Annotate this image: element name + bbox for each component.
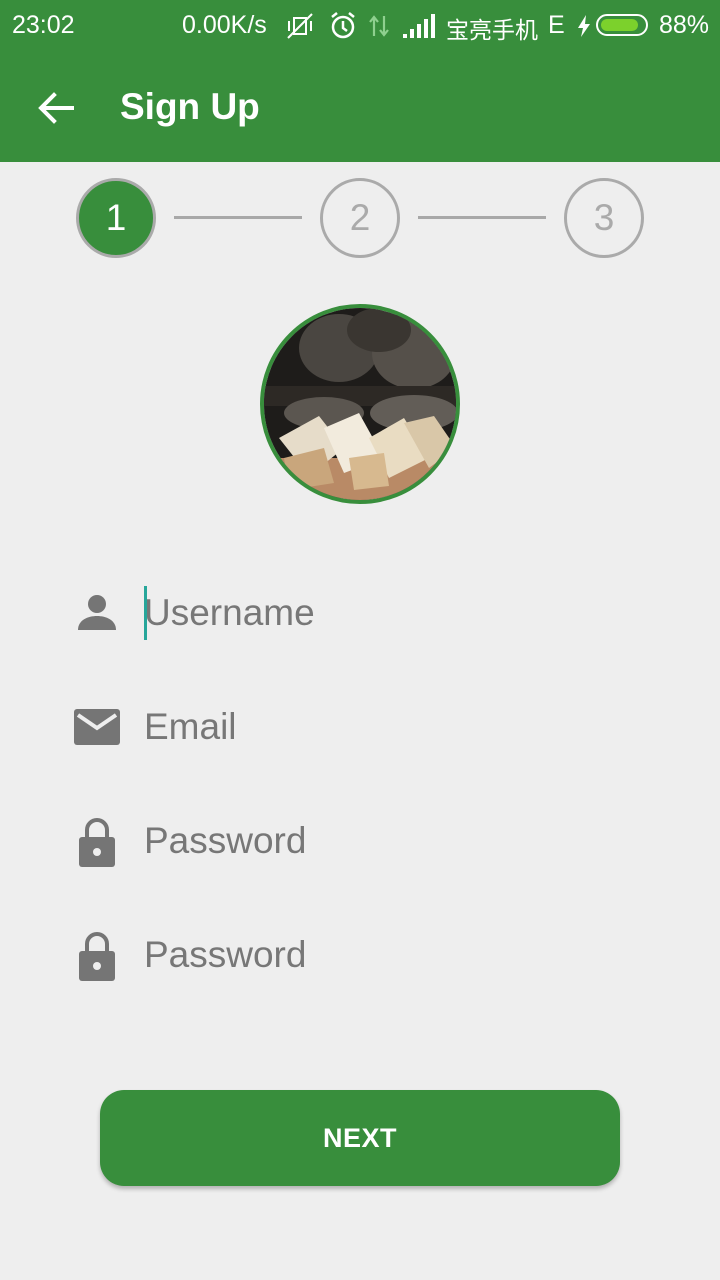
avatar-photo: [264, 308, 456, 500]
top-bar: 23:02 0.00K/s 宝亮手机 E 88% Sign Up: [0, 0, 720, 162]
email-input[interactable]: [144, 692, 624, 762]
text-cursor: [144, 586, 147, 640]
email-field[interactable]: [70, 692, 630, 762]
step-3: 3: [564, 178, 644, 258]
lock-icon: [79, 818, 115, 867]
app-bar: Sign Up: [0, 52, 720, 162]
vibrate-off-icon: [287, 13, 313, 39]
step-2: 2: [320, 178, 400, 258]
signal-icon: [403, 14, 435, 38]
password-field[interactable]: [70, 806, 630, 876]
email-icon: [74, 709, 120, 745]
charging-icon: [578, 15, 590, 37]
battery-icon: [596, 14, 648, 36]
status-bar: 23:02 0.00K/s 宝亮手机 E 88%: [0, 0, 720, 52]
password-input[interactable]: [144, 806, 624, 876]
page-title: Sign Up: [120, 86, 260, 127]
profile-avatar[interactable]: [260, 304, 460, 504]
username-input[interactable]: [144, 578, 624, 648]
confirm-password-field[interactable]: [70, 920, 630, 990]
status-network: E: [548, 11, 565, 39]
status-carrier: 宝亮手机: [446, 17, 538, 43]
person-icon: [78, 595, 116, 630]
confirm-password-input[interactable]: [144, 920, 624, 990]
lock-icon: [79, 932, 115, 981]
step-connector: [174, 216, 302, 219]
status-battery: 88%: [659, 11, 710, 39]
username-field[interactable]: [70, 578, 630, 648]
status-speed: 0.00K/s: [182, 11, 267, 39]
arrow-left-icon[interactable]: [30, 82, 82, 134]
alarm-icon: [331, 12, 355, 39]
data-transfer-icon: [369, 15, 389, 37]
step-connector: [418, 216, 546, 219]
next-button[interactable]: NEXT: [100, 1090, 620, 1186]
status-time: 23:02: [12, 11, 75, 39]
battery-fill: [601, 19, 638, 31]
step-1: 1: [76, 178, 156, 258]
